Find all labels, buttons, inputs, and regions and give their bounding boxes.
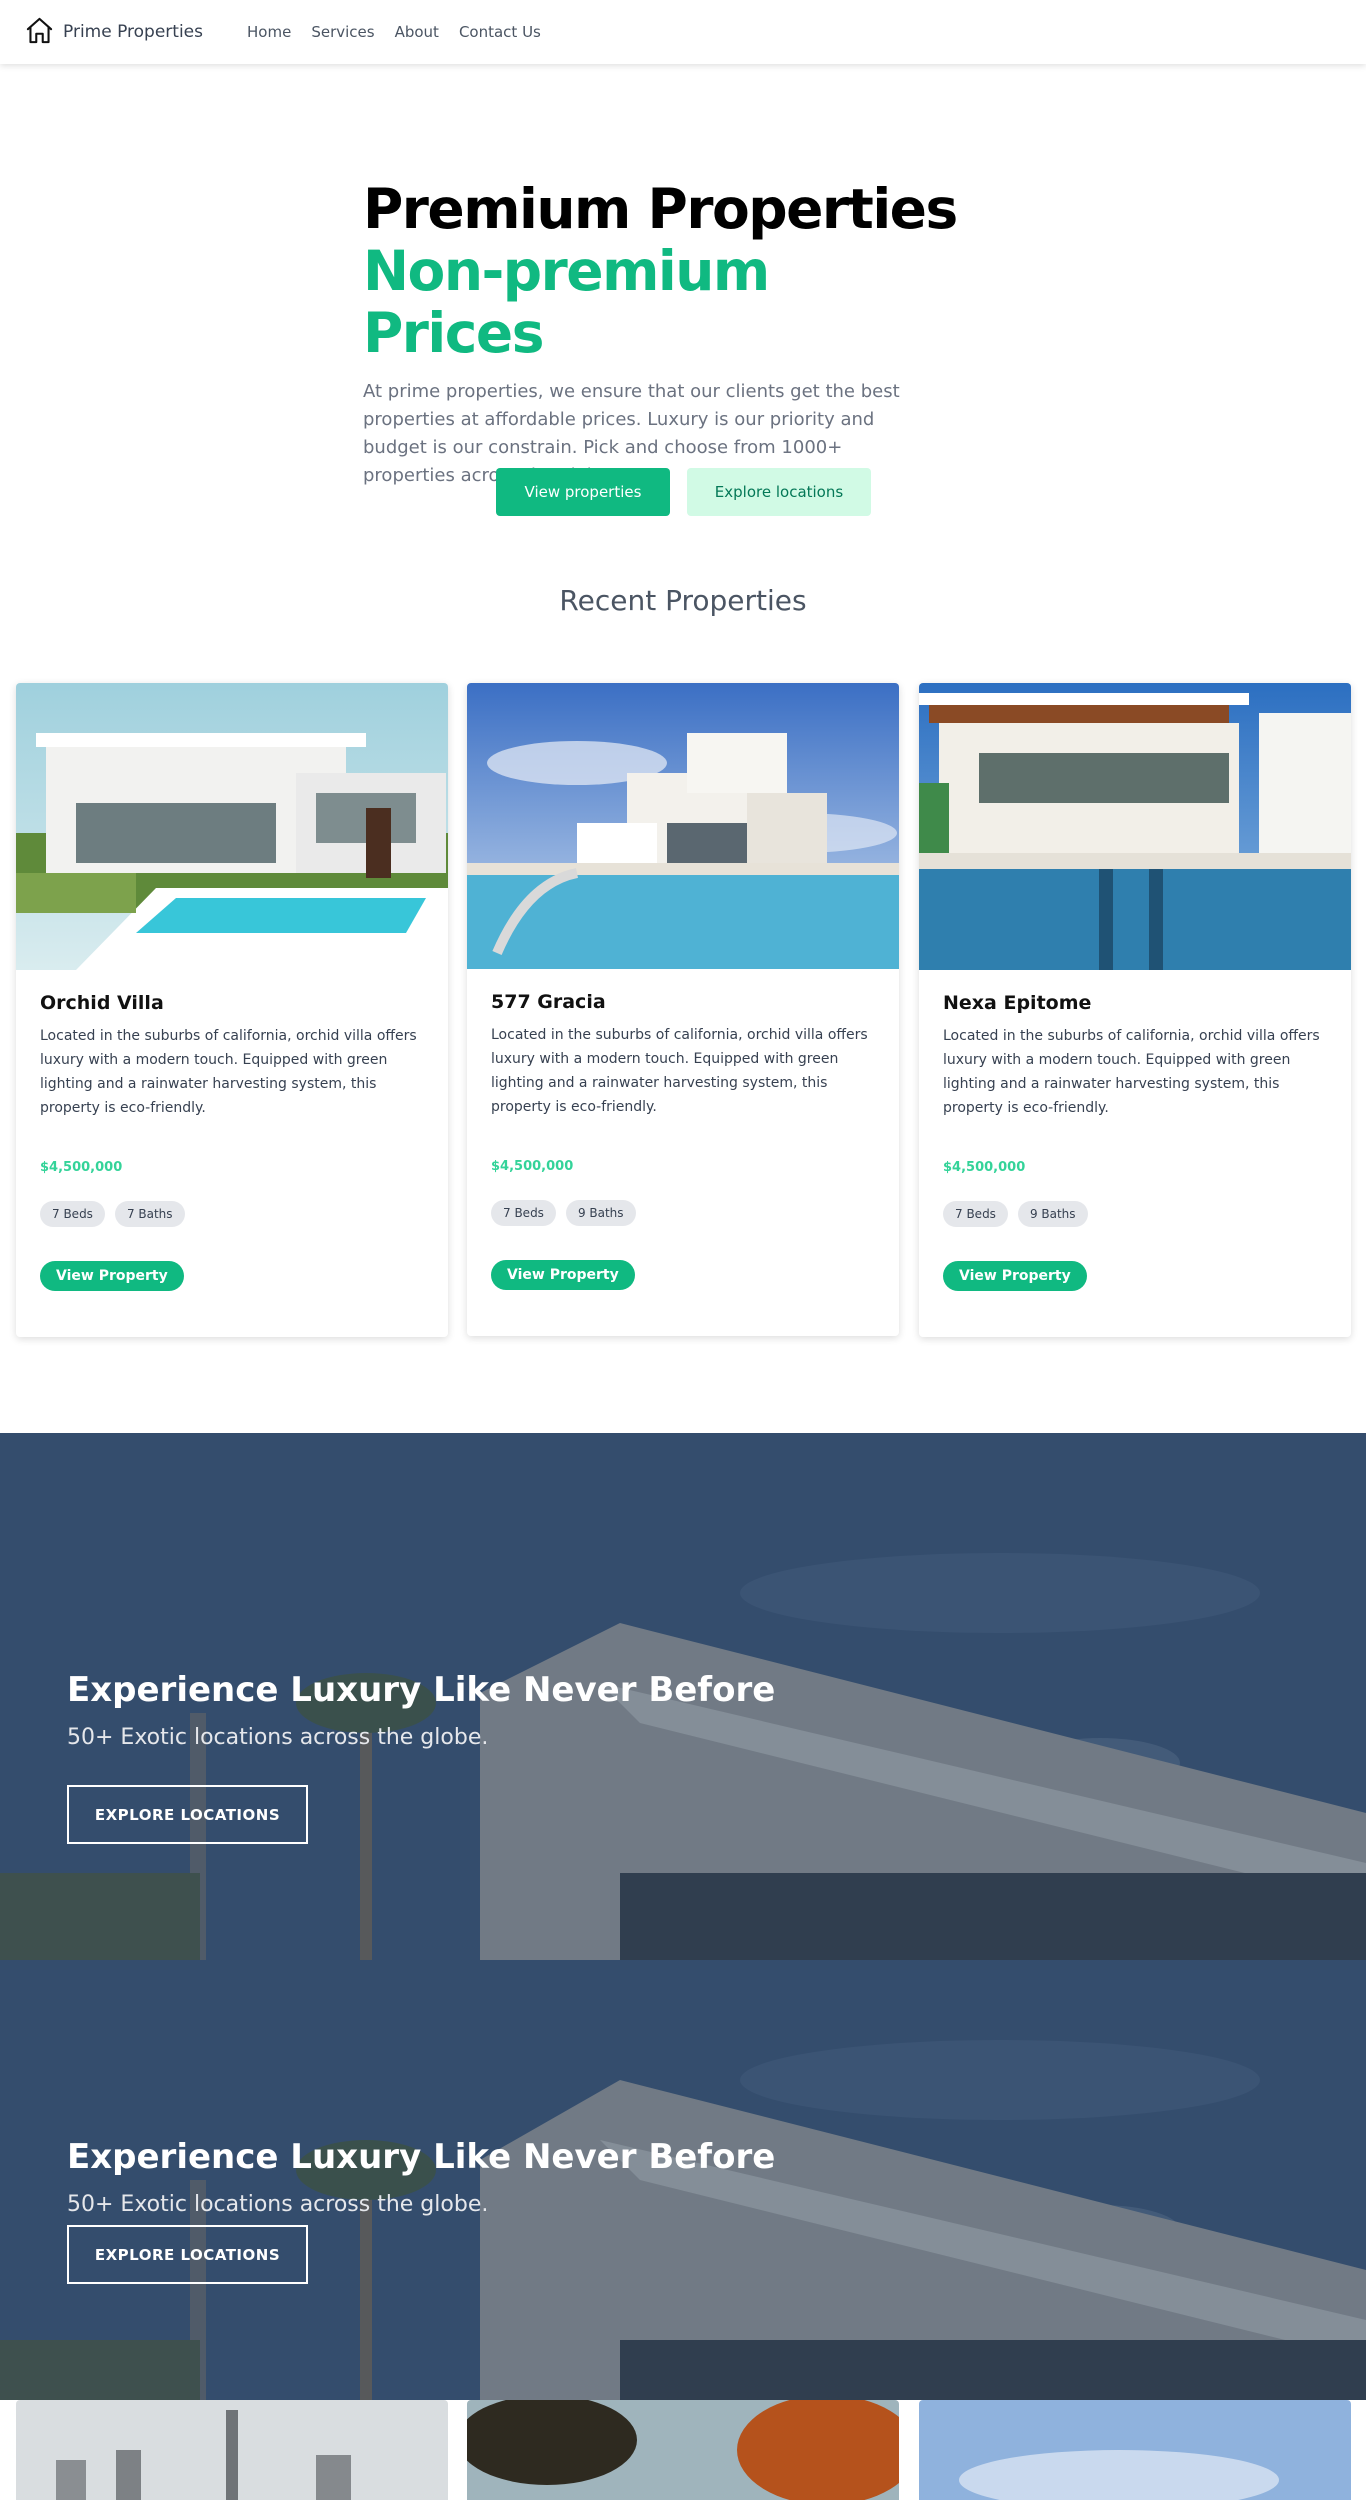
luxury-banner-1: Experience Luxury Like Never Before 50+ …: [0, 1433, 1366, 1960]
location-card-2[interactable]: [467, 2400, 899, 2500]
nav-link-services[interactable]: Services: [311, 23, 374, 41]
location-card-3[interactable]: [919, 2400, 1351, 2500]
explore-locations-banner-button[interactable]: EXPLORE LOCATIONS: [67, 2225, 308, 2284]
nav-links: Home Services About Contact Us: [247, 23, 561, 41]
card-price: $4,500,000: [491, 1159, 574, 1174]
hero-section: Premium Properties Non-premium Prices At…: [363, 178, 963, 490]
explore-locations-banner-button[interactable]: EXPLORE LOCATIONS: [67, 1785, 308, 1844]
view-property-button[interactable]: View Property: [491, 1260, 635, 1290]
view-properties-button[interactable]: View properties: [496, 468, 670, 516]
baths-badge: 7 Baths: [114, 1201, 185, 1227]
banner-title: Experience Luxury Like Never Before: [67, 1670, 776, 1710]
location-image-sky: [919, 2400, 1351, 2500]
luxury-banner-2: Experience Luxury Like Never Before 50+ …: [0, 1960, 1366, 2400]
beds-badge: 7 Beds: [491, 1200, 556, 1226]
hero-title-line1: Premium Properties: [363, 177, 958, 241]
location-image-city: [16, 2400, 448, 2500]
card-price: $4,500,000: [40, 1160, 123, 1175]
property-card-nexa-epitome: Nexa Epitome Located in the suburbs of c…: [919, 683, 1351, 1337]
card-description: Located in the suburbs of california, or…: [943, 1028, 1320, 1116]
beds-badge: 7 Beds: [40, 1201, 105, 1227]
baths-badge: 9 Baths: [565, 1200, 636, 1226]
brand-name: Prime Properties: [63, 22, 204, 42]
brand-link[interactable]: Prime Properties: [24, 15, 203, 50]
property-image-nexa-epitome: [919, 683, 1351, 970]
nav-link-about[interactable]: About: [395, 23, 439, 41]
view-property-button[interactable]: View Property: [943, 1261, 1087, 1291]
nav-link-contact[interactable]: Contact Us: [459, 23, 541, 41]
property-card-orchid-villa: Orchid Villa Located in the suburbs of c…: [16, 683, 448, 1337]
baths-badge: 9 Baths: [1017, 1201, 1088, 1227]
hero-title-line2: Non-premium Prices: [363, 239, 770, 365]
property-image-orchid-villa: [16, 683, 448, 970]
nav-link-home[interactable]: Home: [247, 23, 291, 41]
explore-locations-button[interactable]: Explore locations: [687, 468, 871, 516]
card-description: Located in the suburbs of california, or…: [40, 1028, 417, 1116]
card-title: 577 Gracia: [491, 991, 606, 1013]
card-price: $4,500,000: [943, 1160, 1026, 1175]
location-card-1[interactable]: [16, 2400, 448, 2500]
card-title: Nexa Epitome: [943, 992, 1092, 1014]
property-card-577-gracia: 577 Gracia Located in the suburbs of cal…: [467, 683, 899, 1336]
home-icon: [24, 15, 55, 50]
card-title: Orchid Villa: [40, 992, 164, 1014]
beds-badge: 7 Beds: [943, 1201, 1008, 1227]
recent-properties-title: Recent Properties: [559, 584, 807, 617]
card-description: Located in the suburbs of california, or…: [491, 1027, 868, 1115]
hero-buttons: View properties Explore locations: [496, 468, 871, 516]
location-image-palms: [467, 2400, 899, 2500]
banner-title: Experience Luxury Like Never Before: [67, 2137, 776, 2177]
property-image-577-gracia: [467, 683, 899, 969]
top-navbar: Prime Properties Home Services About Con…: [0, 0, 1366, 64]
banner-subtitle: 50+ Exotic locations across the globe.: [67, 1725, 489, 1750]
view-property-button[interactable]: View Property: [40, 1261, 184, 1291]
banner-subtitle: 50+ Exotic locations across the globe.: [67, 2192, 489, 2217]
